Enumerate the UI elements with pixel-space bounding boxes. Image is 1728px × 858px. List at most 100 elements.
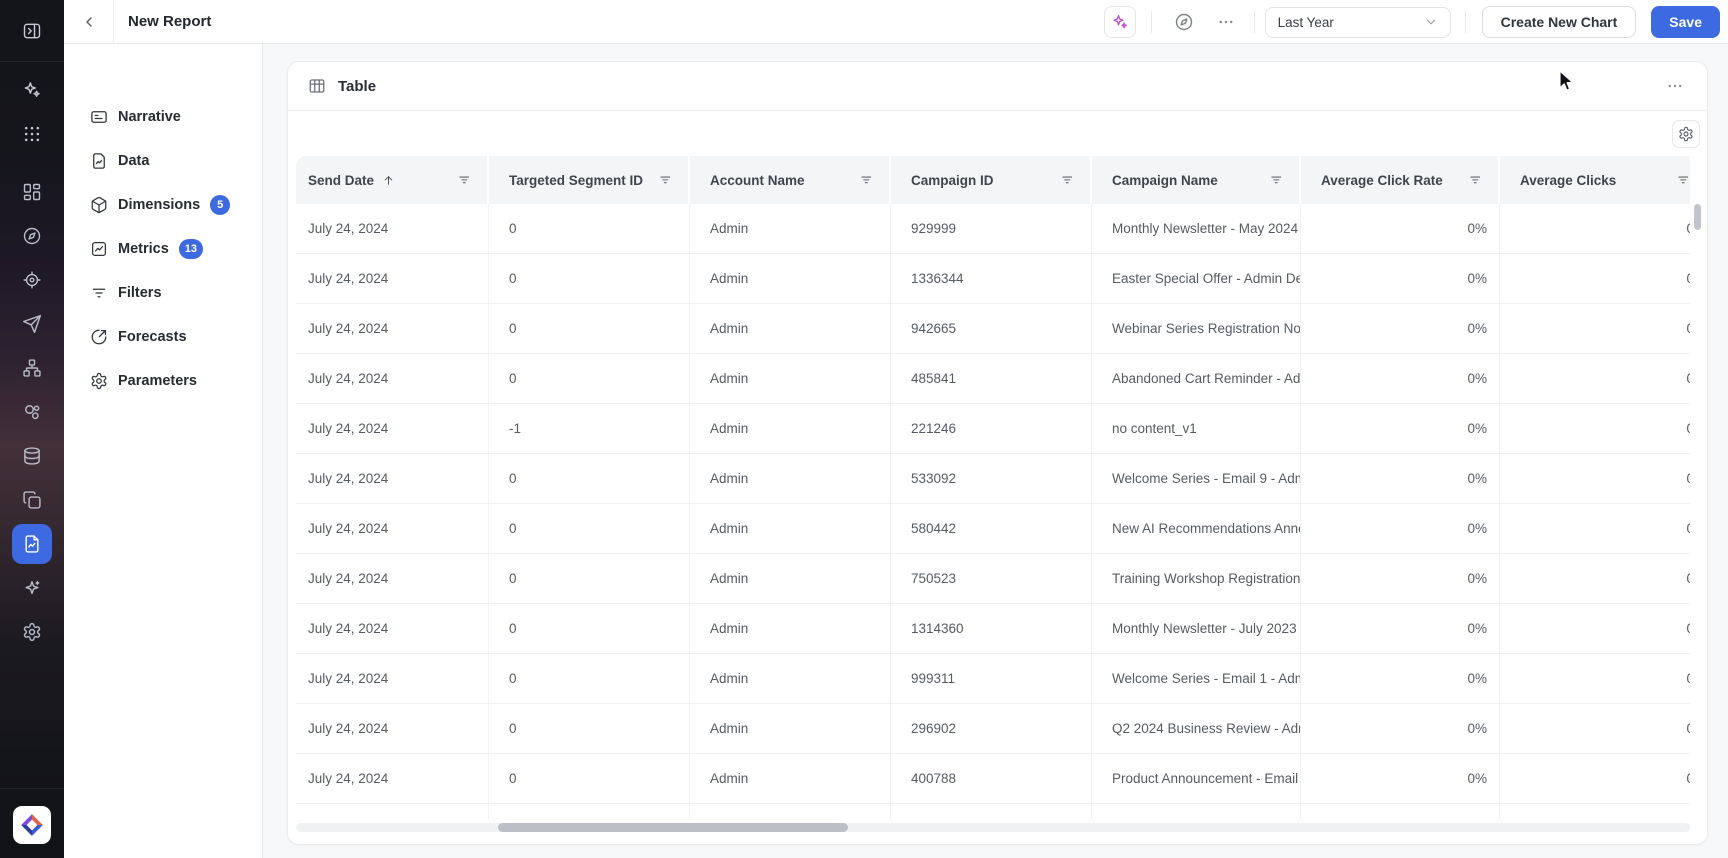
settings-gear-icon bbox=[22, 622, 42, 642]
sidebar-item-label: Filters bbox=[118, 285, 162, 301]
ellipsis-icon bbox=[1217, 13, 1235, 31]
filter-icon[interactable] bbox=[1061, 173, 1076, 188]
data-file-icon bbox=[90, 152, 108, 170]
table-row[interactable]: July 24, 2024-1Admin221246no content_v10… bbox=[296, 404, 1690, 454]
table-cell: 0 bbox=[1500, 704, 1690, 753]
column-header-campaign-name[interactable]: Campaign Name bbox=[1092, 156, 1301, 204]
table-cell: New AI Recommendations Announcement bbox=[1092, 504, 1301, 553]
count-badge: 13 bbox=[179, 239, 203, 259]
panel-menu-button[interactable] bbox=[1661, 72, 1689, 100]
filter-icon[interactable] bbox=[659, 173, 674, 188]
org-chart-icon bbox=[22, 358, 42, 378]
table-row[interactable]: July 24, 20240Admin400788Product Announc… bbox=[296, 754, 1690, 804]
table-panel-header: Table bbox=[288, 62, 1707, 111]
column-header-send-date[interactable]: Send Date bbox=[296, 156, 489, 204]
back-button[interactable] bbox=[74, 7, 104, 37]
table-cell: 0 bbox=[489, 204, 690, 253]
sidebar-item-dimensions[interactable]: Dimensions5 bbox=[76, 187, 256, 223]
brand-logo[interactable] bbox=[13, 806, 51, 844]
explore-compass-button[interactable] bbox=[1170, 8, 1198, 36]
column-label: Targeted Segment ID bbox=[509, 173, 643, 188]
sidebar-item-forecasts[interactable]: Forecasts bbox=[76, 319, 256, 355]
table-cell: 0% bbox=[1301, 304, 1500, 353]
rail-item-send[interactable] bbox=[14, 306, 50, 342]
table-row[interactable]: July 24, 20240Admin1314360Monthly Newsle… bbox=[296, 604, 1690, 654]
column-header-average-clicks[interactable]: Average Clicks bbox=[1500, 156, 1690, 204]
ai-assistant-button[interactable] bbox=[1104, 6, 1136, 38]
column-header-campaign-id[interactable]: Campaign ID bbox=[891, 156, 1092, 204]
rail-item-ai-sparkles[interactable] bbox=[14, 72, 50, 108]
table-row[interactable]: July 24, 20240Admin999311Welcome Series … bbox=[296, 654, 1690, 704]
sidebar-item-narrative[interactable]: Narrative bbox=[76, 99, 256, 135]
table-cell: Easter Special Offer - Admin Demo bbox=[1092, 254, 1301, 303]
rail-item-dashboard-blocks[interactable] bbox=[14, 174, 50, 210]
data-table: Send Date Targeted Segment ID Account Name… bbox=[296, 156, 1690, 819]
filter-icon[interactable] bbox=[860, 173, 875, 188]
rail-item-org-chart[interactable] bbox=[14, 350, 50, 386]
table-row[interactable]: July 24, 20240Admin929999Monthly Newslet… bbox=[296, 204, 1690, 254]
table-settings-button[interactable] bbox=[1672, 120, 1700, 148]
filter-icon[interactable] bbox=[1469, 173, 1484, 188]
sidebar-item-parameters[interactable]: Parameters bbox=[76, 363, 256, 399]
table-cell: 0 bbox=[1500, 404, 1690, 453]
table-row[interactable]: July 24, 20240Admin942665Webinar Series … bbox=[296, 304, 1690, 354]
apps-grid-icon bbox=[22, 124, 42, 144]
table-cell bbox=[1500, 804, 1690, 819]
sidebar-item-label: Narrative bbox=[118, 109, 181, 125]
rail-item-report-document[interactable] bbox=[12, 524, 52, 564]
sidebar-item-filters[interactable]: Filters bbox=[76, 275, 256, 311]
create-new-chart-button[interactable]: Create New Chart bbox=[1482, 6, 1637, 38]
send-icon bbox=[22, 314, 42, 334]
rail-item-copy-pages[interactable] bbox=[14, 482, 50, 518]
table-cell: 0% bbox=[1301, 454, 1500, 503]
rail-item-sparkle[interactable] bbox=[14, 570, 50, 606]
table-row[interactable]: July 24, 20240Admin296902Q2 2024 Busines… bbox=[296, 704, 1690, 754]
horizontal-scrollbar-thumb[interactable] bbox=[498, 823, 848, 832]
vertical-scrollbar-thumb[interactable] bbox=[1694, 204, 1701, 230]
rail-item-panel-toggle[interactable] bbox=[14, 13, 50, 49]
parameters-gear-icon bbox=[90, 372, 108, 390]
column-header-account-name[interactable]: Account Name bbox=[690, 156, 891, 204]
table-cell: 750523 bbox=[891, 554, 1092, 603]
table-cell: Admin bbox=[690, 554, 891, 603]
more-options-button[interactable] bbox=[1212, 8, 1240, 36]
rail-item-database[interactable] bbox=[14, 438, 50, 474]
rail-item-locate-target[interactable] bbox=[14, 262, 50, 298]
rail-item-apps-grid[interactable] bbox=[14, 116, 50, 152]
table-row[interactable]: July 24, 20240Admin1336344Easter Special… bbox=[296, 254, 1690, 304]
table-cell: Monthly Newsletter - May 2024 bbox=[1092, 204, 1301, 253]
table-row[interactable]: July 24, 20240Admin485841Abandoned Cart … bbox=[296, 354, 1690, 404]
table-row[interactable]: July 24, 20240Admin750523Training Worksh… bbox=[296, 554, 1690, 604]
table-cell: Admin bbox=[690, 354, 891, 403]
topbar-divider bbox=[1151, 11, 1152, 33]
column-header-targeted-segment-id[interactable]: Targeted Segment ID bbox=[489, 156, 690, 204]
column-label: Account Name bbox=[710, 173, 805, 188]
table-cell: 0% bbox=[1301, 404, 1500, 453]
rail-item-settings-gear[interactable] bbox=[14, 614, 50, 650]
table-cell: Admin bbox=[690, 204, 891, 253]
table-cell: Admin bbox=[690, 704, 891, 753]
table-cell: 0% bbox=[1301, 604, 1500, 653]
table-row[interactable]: July 24, 20240Admin580442New AI Recommen… bbox=[296, 504, 1690, 554]
table-body: July 24, 20240Admin929999Monthly Newslet… bbox=[296, 204, 1690, 819]
table-cell: July 24, 2024 bbox=[296, 454, 489, 503]
table-cell: July 24, 2024 bbox=[296, 304, 489, 353]
save-button[interactable]: Save bbox=[1651, 6, 1720, 38]
filter-icon[interactable] bbox=[1677, 173, 1690, 188]
table-cell: 400788 bbox=[891, 754, 1092, 803]
table-cell: 0 bbox=[489, 704, 690, 753]
time-range-select[interactable]: Last Year bbox=[1265, 7, 1451, 38]
filter-icon[interactable] bbox=[1270, 173, 1285, 188]
filter-icon[interactable] bbox=[458, 173, 473, 188]
table-grid-icon bbox=[308, 77, 326, 95]
rail-item-shapes-circles[interactable] bbox=[14, 394, 50, 430]
table-row[interactable]: July 24, 20240Admin533092Welcome Series … bbox=[296, 454, 1690, 504]
sidebar-item-data[interactable]: Data bbox=[76, 143, 256, 179]
chevron-down-icon bbox=[1424, 15, 1438, 29]
column-header-average-click-rate[interactable]: Average Click Rate bbox=[1301, 156, 1500, 204]
rail-item-compass[interactable] bbox=[14, 218, 50, 254]
table-cell: 0% bbox=[1301, 704, 1500, 753]
table-cell: 0 bbox=[1500, 304, 1690, 353]
sidebar-item-metrics[interactable]: Metrics13 bbox=[76, 231, 256, 267]
table-row[interactable] bbox=[296, 804, 1690, 819]
